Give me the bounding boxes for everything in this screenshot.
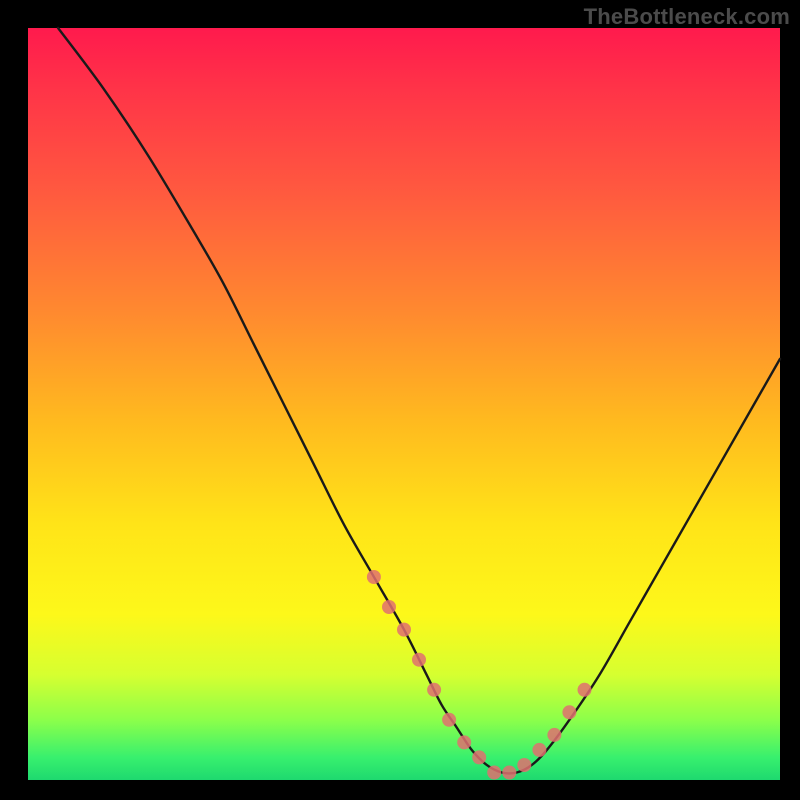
marker-dot [382, 600, 396, 614]
marker-dot [442, 713, 456, 727]
marker-dot [367, 570, 381, 584]
plot-area [28, 28, 780, 780]
marker-dot [532, 743, 546, 757]
marker-dot [427, 683, 441, 697]
marker-dot [412, 653, 426, 667]
marker-dot [457, 735, 471, 749]
marker-dot [472, 750, 486, 764]
chart-frame: TheBottleneck.com [0, 0, 800, 800]
marker-dot [487, 766, 501, 780]
marker-dot [547, 728, 561, 742]
marker-dot [397, 623, 411, 637]
marker-dot [517, 758, 531, 772]
marker-dot [562, 705, 576, 719]
marker-dot [502, 766, 516, 780]
highlight-markers [367, 570, 592, 780]
curve-layer [28, 28, 780, 780]
marker-dot [578, 683, 592, 697]
watermark-text: TheBottleneck.com [584, 4, 790, 30]
